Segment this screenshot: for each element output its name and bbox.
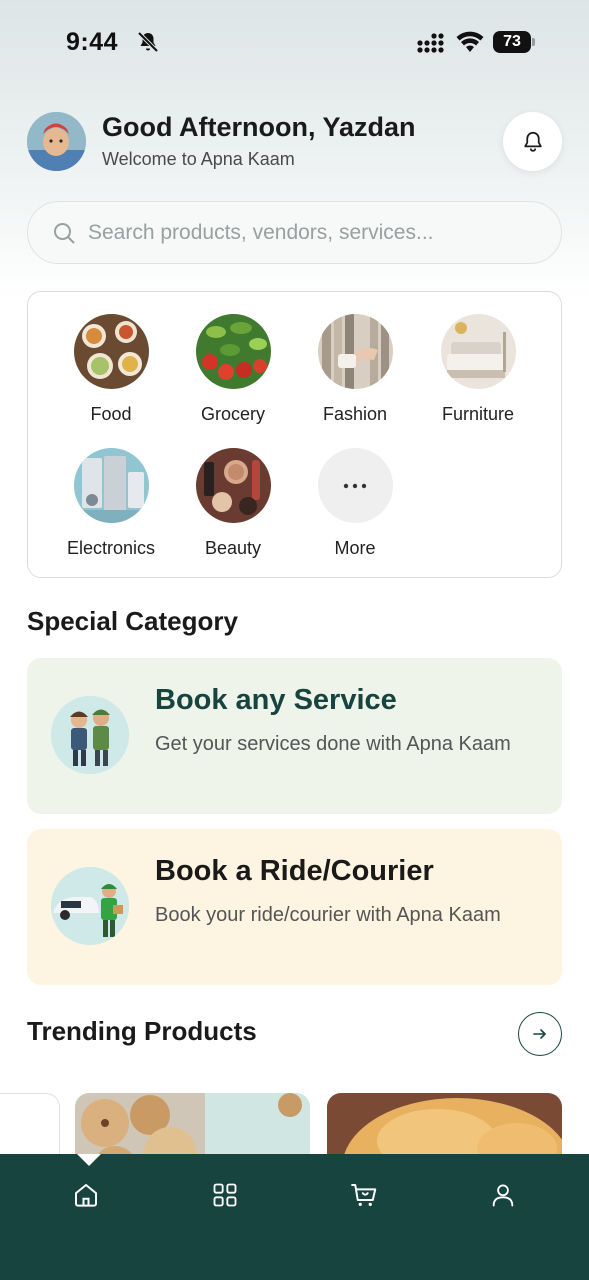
- grocery-image: [195, 314, 271, 389]
- category-food[interactable]: Food: [51, 314, 171, 425]
- welcome-text: Welcome to Apna Kaam: [102, 149, 295, 169]
- bell-icon: [523, 131, 542, 152]
- status-time: 9:44: [66, 28, 119, 56]
- search-input[interactable]: Search products, vendors, services...: [27, 201, 562, 264]
- book-service-card[interactable]: Book any Service Get your services done …: [27, 658, 562, 814]
- electronics-image: [73, 448, 149, 523]
- cart-icon: [351, 1184, 377, 1206]
- fashion-image: [317, 314, 393, 389]
- category-electronics[interactable]: Electronics: [51, 448, 171, 559]
- category-fashion[interactable]: Fashion: [295, 314, 415, 425]
- bottom-navigation: [0, 1154, 589, 1280]
- notification-button[interactable]: [503, 112, 562, 171]
- special-category-title: Special Category: [27, 606, 238, 636]
- category-label: Electronics: [66, 538, 156, 558]
- search-placeholder: Search products, vendors, services...: [88, 221, 434, 244]
- nav-profile[interactable]: [473, 1178, 533, 1212]
- nav-categories[interactable]: [195, 1178, 255, 1212]
- arrow-right-icon: [533, 1029, 546, 1039]
- book-ride-description: Book your ride/courier with Apna Kaam: [155, 904, 501, 926]
- more-dots-icon: [317, 448, 393, 523]
- book-service-description: Get your services done with Apna Kaam: [155, 733, 511, 755]
- category-grocery[interactable]: Grocery: [173, 314, 293, 425]
- book-ride-card[interactable]: Book a Ride/Courier Book your ride/couri…: [27, 829, 562, 985]
- nav-cart[interactable]: [334, 1178, 394, 1212]
- nav-home[interactable]: [56, 1178, 116, 1212]
- category-beauty[interactable]: Beauty: [173, 448, 293, 559]
- category-label: Beauty: [204, 538, 262, 558]
- category-label: More: [334, 538, 376, 558]
- ride-courier-illustration: [51, 867, 129, 945]
- battery-tip: [532, 38, 535, 46]
- category-label: Fashion: [322, 404, 388, 424]
- greeting-text: Good Afternoon, Yazdan: [102, 112, 416, 142]
- avatar[interactable]: [27, 112, 86, 171]
- trending-products-title: Trending Products: [27, 1016, 257, 1046]
- category-label: Furniture: [441, 404, 515, 424]
- book-service-title: Book any Service: [155, 684, 397, 716]
- home-icon: [75, 1184, 97, 1207]
- battery-indicator: 73: [493, 31, 535, 53]
- wifi-icon: [456, 31, 484, 52]
- beauty-image: [195, 448, 271, 523]
- status-bar: 9:44 73: [0, 0, 589, 88]
- category-label: Grocery: [200, 404, 265, 424]
- battery-level: 73: [493, 31, 531, 53]
- user-icon: [492, 1184, 514, 1207]
- trending-see-all-button[interactable]: [518, 1012, 562, 1056]
- active-tab-indicator: [77, 1154, 101, 1166]
- category-label: Food: [90, 404, 132, 424]
- book-ride-title: Book a Ride/Courier: [155, 855, 434, 887]
- bell-muted-icon: [137, 31, 159, 53]
- category-more[interactable]: More: [295, 448, 415, 559]
- category-grid: Food Grocery Fashion Furniture Electroni…: [27, 291, 562, 578]
- cellular-signal-icon: [417, 33, 444, 53]
- food-image: [73, 314, 149, 389]
- furniture-image: [440, 314, 516, 389]
- grid-icon: [213, 1183, 237, 1207]
- category-furniture[interactable]: Furniture: [418, 314, 538, 425]
- search-icon: [54, 223, 75, 244]
- workers-illustration: [51, 696, 129, 774]
